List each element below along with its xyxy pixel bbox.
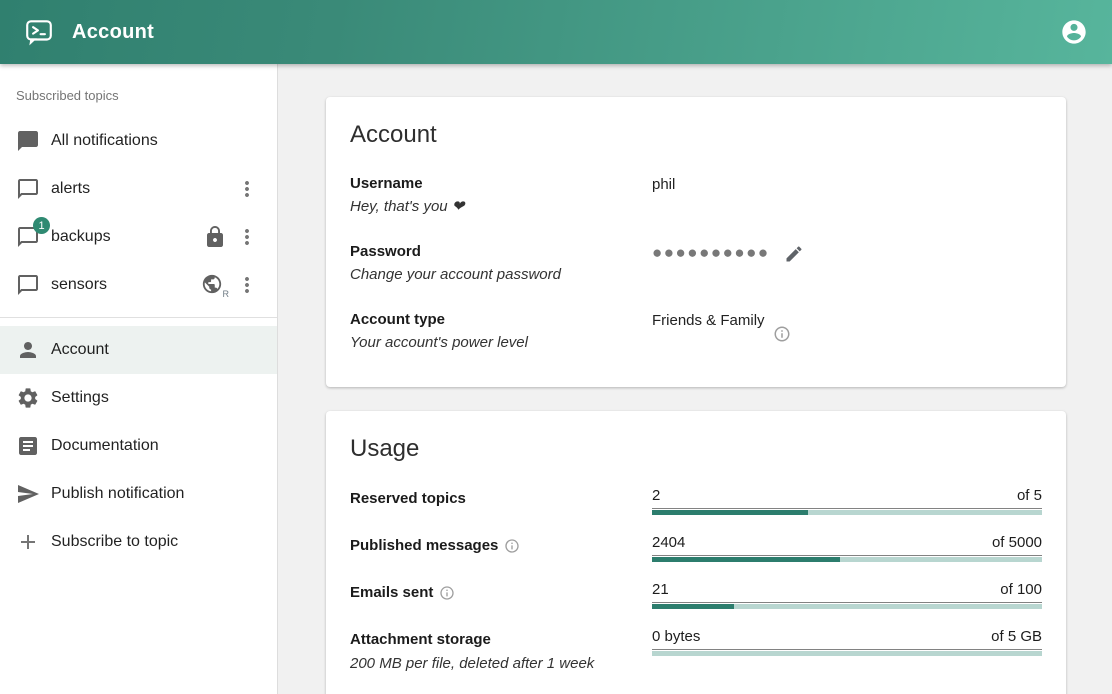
person-icon [16, 338, 40, 362]
send-icon [16, 482, 40, 506]
topic-label: alerts [51, 180, 90, 198]
sidebar-item-account[interactable]: Account [0, 326, 277, 374]
password-label: Password [350, 241, 652, 263]
progress-bar [652, 651, 1042, 656]
published-messages-label: Published messages [350, 536, 498, 556]
nav-label: Subscribe to topic [51, 533, 178, 551]
nav-label: Documentation [51, 437, 159, 455]
article-icon [16, 434, 40, 458]
topic-label: All notifications [51, 132, 158, 150]
usage-limit: of 5 GB [991, 628, 1042, 646]
topic-label: sensors [51, 276, 107, 294]
usage-current: 2404 [652, 534, 685, 552]
reserved-topics-row: Reserved topics 2 of 5 [350, 487, 1042, 515]
sidebar-item-subscribe-to-topic[interactable]: Subscribe to topic [0, 518, 277, 566]
username-value: phil [652, 173, 1042, 219]
account-card: Account Username Hey, that's you ❤ phil … [326, 97, 1066, 387]
account-card-title: Account [350, 121, 1042, 149]
more-vert-icon[interactable] [235, 177, 259, 201]
usage-limit: of 5 [1017, 487, 1042, 505]
nav-label: Account [51, 341, 109, 359]
chat-bubble-outline-icon [16, 273, 40, 297]
usage-card-title: Usage [350, 435, 1042, 463]
app-bar: Account [0, 0, 1112, 64]
edit-pencil-icon[interactable] [784, 244, 804, 264]
info-icon[interactable] [504, 538, 520, 554]
more-vert-icon[interactable] [235, 225, 259, 249]
info-icon[interactable] [439, 585, 455, 601]
subscribed-topics-label: Subscribed topics [0, 88, 277, 117]
chat-bubble-outline-icon [16, 177, 40, 201]
info-icon[interactable] [773, 325, 791, 343]
account-type-row: Account type Your account's power level … [350, 309, 1042, 355]
usage-current: 0 bytes [652, 628, 700, 646]
account-circle-icon[interactable] [1060, 18, 1088, 46]
chat-bubble-outline-icon: 1 [16, 225, 40, 249]
sidebar-item-documentation[interactable]: Documentation [0, 422, 277, 470]
reserved-marker: R [223, 289, 230, 299]
username-sublabel: Hey, that's you ❤ [350, 195, 652, 219]
progress-bar [652, 510, 1042, 515]
gear-icon [16, 386, 40, 410]
emails-sent-row: Emails sent 21 of 100 [350, 581, 1042, 609]
nav-label: Settings [51, 389, 109, 407]
sidebar: Subscribed topics All notifications aler… [0, 64, 278, 694]
progress-bar [652, 557, 1042, 562]
globe-reserved-icon: R [201, 273, 227, 297]
progress-bar [652, 604, 1042, 609]
account-type-label: Account type [350, 309, 652, 331]
sidebar-item-topic-backups[interactable]: 1 backups [0, 213, 277, 261]
attachment-storage-label: Attachment storage [350, 630, 652, 650]
sidebar-item-publish-notification[interactable]: Publish notification [0, 470, 277, 518]
password-sublabel: Change your account password [350, 263, 652, 287]
attachment-storage-row: Attachment storage 200 MB per file, dele… [350, 628, 1042, 676]
usage-current: 21 [652, 581, 669, 599]
sidebar-item-settings[interactable]: Settings [0, 374, 277, 422]
username-label: Username [350, 173, 652, 195]
sidebar-item-topic-alerts[interactable]: alerts [0, 165, 277, 213]
sidebar-item-topic-sensors[interactable]: sensors R [0, 261, 277, 309]
username-row: Username Hey, that's you ❤ phil [350, 173, 1042, 219]
topic-label: backups [51, 228, 111, 246]
sidebar-item-all-notifications[interactable]: All notifications [0, 117, 277, 165]
usage-limit: of 5000 [992, 534, 1042, 552]
usage-current: 2 [652, 487, 660, 505]
unread-count-badge: 1 [33, 217, 50, 234]
chat-bubble-filled-icon [16, 129, 40, 153]
password-masked-value: ●●●●●●●●●● [652, 244, 770, 262]
account-type-value: Friends & Family [652, 312, 765, 329]
plus-icon [16, 530, 40, 554]
lock-icon [203, 225, 227, 249]
usage-card: Usage Reserved topics 2 of 5 [326, 411, 1066, 694]
account-type-sublabel: Your account's power level [350, 331, 652, 355]
emails-sent-label: Emails sent [350, 583, 433, 603]
page-title: Account [72, 21, 154, 44]
attachment-storage-sublabel: 200 MB per file, deleted after 1 week [350, 652, 652, 676]
main-content: Account Username Hey, that's you ❤ phil … [278, 64, 1112, 694]
password-row: Password Change your account password ●●… [350, 241, 1042, 287]
reserved-topics-label: Reserved topics [350, 489, 652, 509]
published-messages-row: Published messages 2404 of 5000 [350, 534, 1042, 562]
more-vert-icon[interactable] [235, 273, 259, 297]
nav-label: Publish notification [51, 485, 184, 503]
ntfy-logo-icon [24, 17, 54, 47]
usage-limit: of 100 [1000, 581, 1042, 599]
sidebar-divider [0, 317, 277, 318]
